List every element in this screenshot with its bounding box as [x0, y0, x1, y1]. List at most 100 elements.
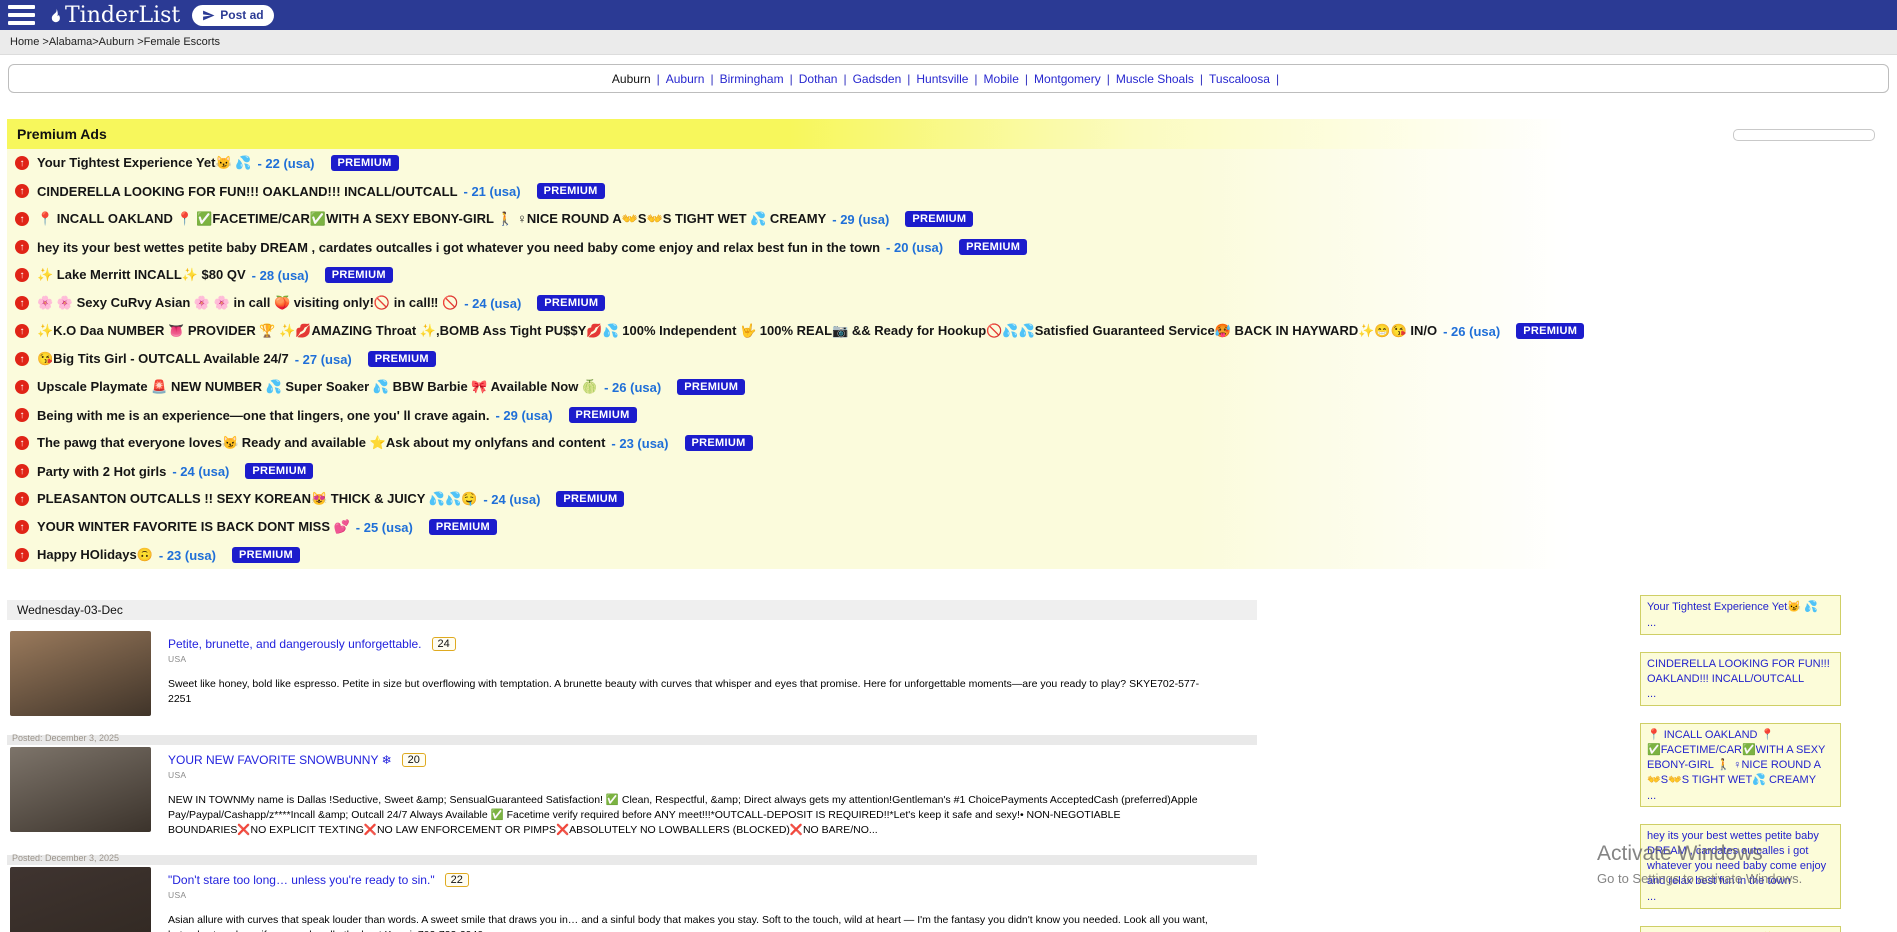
premium-ad-age-link[interactable]: - 22 (usa) [257, 156, 314, 171]
listing-title-row: "Don't stare too long… unless you're rea… [168, 873, 1257, 887]
premium-ad-age-link[interactable]: - 26 (usa) [604, 380, 661, 395]
sidebar-ad-more: ... [1647, 789, 1834, 804]
premium-ad-age-link[interactable]: - 28 (usa) [252, 268, 309, 283]
premium-ad-age-link[interactable]: - 24 (usa) [464, 296, 521, 311]
hamburger-menu-icon[interactable] [8, 5, 35, 25]
premium-ad-title[interactable]: 😘Big Tits Girl - OUTCALL Available 24/7 [37, 351, 289, 367]
premium-ad-title[interactable]: Your Tightest Experience Yet😼 💦 [37, 155, 251, 171]
premium-ad-title[interactable]: The pawg that everyone loves😼 Ready and … [37, 435, 605, 451]
city-link[interactable]: Birmingham [720, 72, 784, 86]
city-link[interactable]: Montgomery [1034, 72, 1101, 86]
sidebar-ad-link[interactable]: CINDERELLA LOOKING FOR FUN!!! OAKLAND!!!… [1647, 658, 1830, 685]
premium-ads-section: Premium Ads ↑Your Tightest Experience Ye… [7, 119, 1572, 569]
premium-ad-age-link[interactable]: - 23 (usa) [159, 548, 216, 563]
premium-ad-age-link[interactable]: - 20 (usa) [886, 240, 943, 255]
sidebar-ad-link[interactable]: hey its your best wettes petite baby DRE… [1647, 830, 1826, 887]
premium-badge: PREMIUM [1516, 323, 1584, 339]
premium-ad-title[interactable]: 📍 INCALL OAKLAND 📍 ✅FACETIME/CAR✅WITH A … [37, 211, 826, 227]
current-city: Auburn [612, 72, 651, 86]
premium-ad-age-link[interactable]: - 29 (usa) [495, 408, 552, 423]
listing-row: YOUR NEW FAVORITE SNOWBUNNY ❄20USANEW IN… [7, 745, 1257, 865]
city-separator: | [1200, 72, 1203, 86]
city-separator: | [1025, 72, 1028, 86]
city-separator: | [1107, 72, 1110, 86]
breadcrumb[interactable]: Home >Alabama>Auburn >Female Escorts [0, 30, 1897, 55]
listing-photo[interactable] [10, 867, 151, 932]
premium-ad-title[interactable]: 🌸 🌸 Sexy CuRvy Asian 🌸 🌸 in call 🍑 visit… [37, 295, 458, 311]
listing-row: "Don't stare too long… unless you're rea… [7, 865, 1257, 932]
premium-ad-age-link[interactable]: - 26 (usa) [1443, 324, 1500, 339]
premium-ad-age-link[interactable]: - 29 (usa) [832, 212, 889, 227]
city-links-bar: Auburn | Auburn | Birmingham | Dothan | Gadsden |… [8, 64, 1889, 93]
premium-ad-row: ↑ YOUR WINTER FAVORITE IS BACK DONT MISS … [7, 513, 1572, 541]
listing-country: USA [168, 770, 1257, 780]
listing-body: YOUR NEW FAVORITE SNOWBUNNY ❄20USANEW IN… [168, 749, 1257, 839]
city-separator: | [657, 72, 660, 86]
city-link[interactable]: Tuscaloosa [1209, 72, 1270, 86]
listing-card: Petite, brunette, and dangerously unforg… [7, 629, 1257, 735]
premium-ads-list: ↑ Your Tightest Experience Yet😼 💦 - 22 (us… [7, 149, 1572, 569]
premium-badge: PREMIUM [429, 519, 497, 535]
sidebar-ad-more: ... [1647, 890, 1834, 905]
sidebar-ad-link[interactable]: Your Tightest Experience Yet😼 💦 [1647, 601, 1818, 613]
posted-date: Posted: December 3, 2025 [12, 853, 119, 863]
premium-ad-row: ↑ Your Tightest Experience Yet😼 💦 - 22 (us… [7, 149, 1572, 177]
premium-ad-title[interactable]: PLEASANTON OUTCALLS !! SEXY KOREAN😻 THIC… [37, 491, 477, 507]
premium-ad-age-link[interactable]: - 23 (usa) [611, 436, 668, 451]
premium-badge: PREMIUM [677, 379, 745, 395]
premium-ad-title[interactable]: YOUR WINTER FAVORITE IS BACK DONT MISS 💕 [37, 519, 350, 535]
date-header: Wednesday-03-Dec [7, 600, 1257, 620]
premium-ad-title[interactable]: ✨ Lake Merritt INCALL✨ $80 QV [37, 267, 246, 283]
up-arrow-icon: ↑ [15, 212, 29, 226]
premium-ad-title[interactable]: hey its your best wettes petite baby DRE… [37, 240, 880, 255]
premium-ad-age-link[interactable]: - 24 (usa) [172, 464, 229, 479]
premium-ad-age-link[interactable]: - 27 (usa) [295, 352, 352, 367]
sidebar-ad-link[interactable]: 📍 INCALL OAKLAND 📍 ✅FACETIME/CAR✅WITH A … [1647, 729, 1825, 786]
premium-badge: PREMIUM [569, 407, 637, 423]
city-link[interactable]: Mobile [984, 72, 1019, 86]
city-link[interactable]: Huntsville [916, 72, 968, 86]
premium-badge: PREMIUM [537, 183, 605, 199]
listing-photo[interactable] [10, 747, 151, 832]
card-separator [7, 735, 1257, 745]
post-ad-button[interactable]: Post ad [192, 5, 273, 26]
premium-ad-title[interactable]: CINDERELLA LOOKING FOR FUN!!! OAKLAND!!!… [37, 184, 458, 199]
city-link[interactable]: Gadsden [853, 72, 902, 86]
city-link[interactable]: Muscle Shoals [1116, 72, 1194, 86]
listing-photo[interactable] [10, 631, 151, 716]
paper-plane-icon [202, 9, 215, 22]
up-arrow-icon: ↑ [15, 548, 29, 562]
listing-card: YOUR NEW FAVORITE SNOWBUNNY ❄20USANEW IN… [7, 745, 1257, 855]
premium-ad-age-link[interactable]: - 25 (usa) [356, 520, 413, 535]
listing-title-link[interactable]: YOUR NEW FAVORITE SNOWBUNNY ❄ [168, 753, 392, 767]
premium-ad-title[interactable]: Being with me is an experience—one that … [37, 408, 489, 423]
up-arrow-icon: ↑ [15, 156, 29, 170]
up-arrow-icon: ↑ [15, 520, 29, 534]
premium-badge: PREMIUM [905, 211, 973, 227]
listings-section: Wednesday-03-Dec Petite, brunette, and d… [7, 600, 1257, 932]
premium-badge: PREMIUM [368, 351, 436, 367]
premium-ad-age-link[interactable]: - 24 (usa) [483, 492, 540, 507]
listing-description: NEW IN TOWNMy name is Dallas !Seductive,… [168, 793, 1213, 839]
premium-badge: PREMIUM [685, 435, 753, 451]
city-link[interactable]: Auburn [666, 72, 705, 86]
premium-sidebar: Your Tightest Experience Yet😼 💦... CINDER… [1640, 595, 1841, 932]
premium-ad-row: ↑The pawg that everyone loves😼 Ready and… [7, 429, 1572, 457]
listing-body: "Don't stare too long… unless you're rea… [168, 869, 1257, 932]
ad-scrollbar-placeholder[interactable] [1733, 129, 1875, 141]
premium-ad-title[interactable]: ✨K.O Daa NUMBER 👅 PROVIDER 🏆 ✨💋AMAZING T… [37, 323, 1437, 339]
listing-card: "Don't stare too long… unless you're rea… [7, 865, 1257, 932]
city-link[interactable]: Dothan [799, 72, 838, 86]
city-separator: | [790, 72, 793, 86]
premium-ad-title[interactable]: Happy HOlidays🙃 [37, 547, 153, 563]
sidebar-ad-more: ... [1647, 616, 1834, 631]
premium-ad-title[interactable]: Upscale Playmate 🚨 NEW NUMBER 💦 Super So… [37, 379, 598, 395]
premium-ad-age-link[interactable]: - 21 (usa) [464, 184, 521, 199]
premium-ad-title[interactable]: Party with 2 Hot girls [37, 464, 166, 479]
listing-title-link[interactable]: "Don't stare too long… unless you're rea… [168, 873, 435, 887]
listing-title-link[interactable]: Petite, brunette, and dangerously unforg… [168, 637, 422, 651]
listing-body: Petite, brunette, and dangerously unforg… [168, 633, 1257, 707]
up-arrow-icon: ↑ [15, 408, 29, 422]
site-logo[interactable]: TinderList [47, 3, 180, 28]
posted-date: Posted: December 3, 2025 [12, 733, 119, 743]
